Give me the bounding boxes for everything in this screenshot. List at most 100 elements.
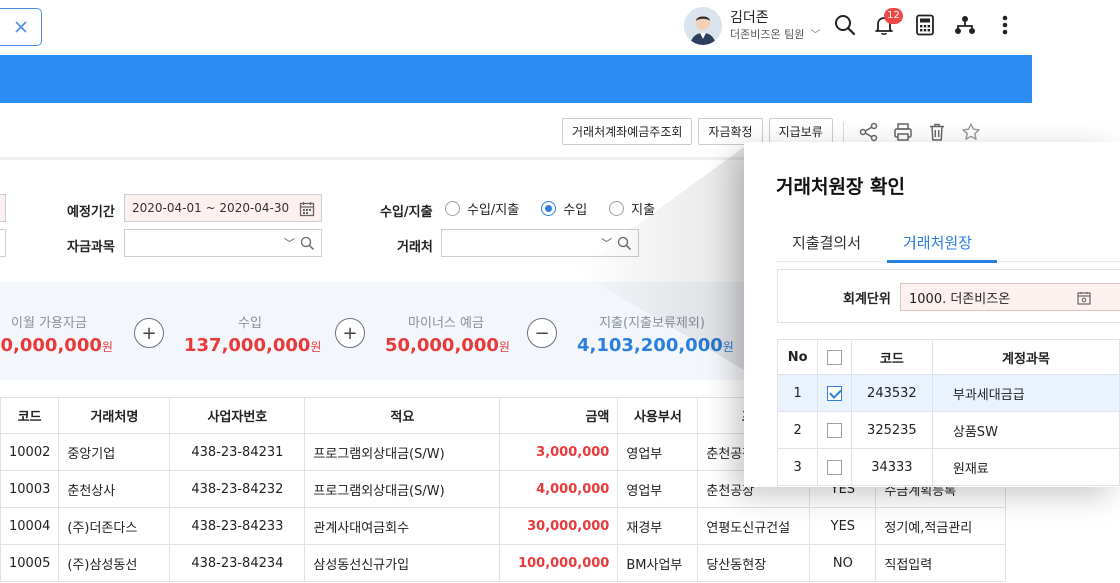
table-cell: 3,000,000 xyxy=(499,433,619,471)
account-row[interactable]: 1 243532 부과세대금급 xyxy=(776,374,1120,412)
org-chart-icon[interactable] xyxy=(952,12,978,38)
table-cell: 10005 xyxy=(0,544,60,582)
summary-value: 4,103,200,000원 xyxy=(577,335,734,356)
summary-amount: 4,103,200,000 xyxy=(577,335,723,356)
column-header[interactable]: 거래처명 xyxy=(58,397,171,434)
table-cell: 정기예,적금관리 xyxy=(875,507,1007,545)
checkbox[interactable] xyxy=(827,422,843,438)
checkbox[interactable] xyxy=(827,349,843,365)
table-cell: 영업부 xyxy=(617,470,699,508)
table-cell: (주)삼성동선 xyxy=(58,544,171,582)
table-cell: 100,000,000 xyxy=(499,544,619,582)
user-menu[interactable]: 김더존 더존비즈온 팀원 ﹀ xyxy=(684,6,820,46)
popup-tabs: 지출결의서 거래처원장 xyxy=(776,226,1120,263)
summary-label: 지출(지출보류제외) xyxy=(599,316,705,331)
toolbar-divider xyxy=(842,121,844,142)
print-icon[interactable] xyxy=(892,121,914,143)
row-checkbox-cell xyxy=(817,411,852,449)
table-row[interactable]: 10004 (주)더존다스 438-23-84233 관계사대여금회수 30,000,0… xyxy=(0,507,1007,545)
tab-expense-resolution[interactable]: 지출결의서 xyxy=(792,232,861,253)
row-checkbox-cell xyxy=(817,374,852,412)
close-icon xyxy=(14,21,27,33)
summary-label: 수입 xyxy=(238,316,262,331)
table-cell: 삼성동선신규가입 xyxy=(304,544,501,582)
radio-all[interactable]: 수입/지출 xyxy=(445,199,519,218)
table-cell: 프로그램외상대금(S/W) xyxy=(304,470,501,508)
radio-button[interactable] xyxy=(445,201,460,216)
column-header[interactable]: 사용부서 xyxy=(617,397,699,434)
table-cell: 춘천상사 xyxy=(58,470,171,508)
column-header[interactable]: 적요 xyxy=(304,397,501,434)
table-cell: YES xyxy=(809,507,877,545)
plus-operator-icon: + xyxy=(134,318,164,348)
checkbox-checked[interactable] xyxy=(827,385,843,401)
star-icon[interactable] xyxy=(960,121,982,143)
trash-icon[interactable] xyxy=(926,121,948,143)
picker-icon[interactable] xyxy=(1077,291,1091,305)
vendor-field[interactable]: ﹀ xyxy=(441,229,639,257)
search-icon[interactable] xyxy=(832,12,858,38)
row-number: 2 xyxy=(776,411,819,449)
table-row[interactable]: 10005 (주)삼성동선 438-23-84234 삼성동선신규가입 100,000,… xyxy=(0,544,1007,582)
account-table-header: No 코드 계정과목 xyxy=(776,339,1120,375)
table-cell: BM사업부 xyxy=(617,544,699,582)
account-code: 243532 xyxy=(850,374,933,412)
row-number: 1 xyxy=(776,374,819,412)
summary-unit: 원 xyxy=(722,340,734,354)
hold-payment-button[interactable]: 지급보류 xyxy=(768,118,833,145)
close-tab-button[interactable] xyxy=(0,8,42,46)
table-cell: 관계사대여금회수 xyxy=(304,507,501,545)
chevron-down-icon[interactable]: ﹀ xyxy=(601,235,612,251)
period-field[interactable]: 2020-04-01 ~ 2020-04-30 xyxy=(124,194,322,222)
account-label: 자금과목 xyxy=(67,240,115,255)
summary-minus-deposit: 마이너스 예금 50,000,000원 xyxy=(385,312,510,356)
table-cell: 10003 xyxy=(0,470,60,508)
plus-operator-icon: + xyxy=(335,318,365,348)
tab-vendor-ledger[interactable]: 거래처원장 xyxy=(903,232,972,253)
radio-income[interactable]: 수입 xyxy=(541,199,587,218)
account-name: 부과세대금급 xyxy=(931,374,1120,412)
column-header[interactable]: 금액 xyxy=(499,397,619,434)
select-all-checkbox[interactable] xyxy=(817,339,852,375)
confirm-funds-button[interactable]: 자금확정 xyxy=(698,118,763,145)
calculator-icon[interactable] xyxy=(912,12,938,38)
summary-expense: 지출(지출보류제외) 4,103,200,000원 xyxy=(577,312,734,356)
summary-value: 137,000,000원 xyxy=(184,335,321,356)
summary-unit: 원 xyxy=(101,340,113,354)
column-header[interactable]: 사업자번호 xyxy=(169,397,306,434)
table-cell: 중앙기업 xyxy=(58,433,171,471)
vendor-label: 거래처 xyxy=(397,240,433,255)
table-cell: 30,000,000 xyxy=(499,507,619,545)
notification-button[interactable]: 12 xyxy=(871,8,903,38)
table-cell: (주)더존다스 xyxy=(58,507,171,545)
user-team-label: 더존비즈온 팀원 xyxy=(730,27,805,41)
table-cell: 10004 xyxy=(0,507,60,545)
table-cell: 재경부 xyxy=(617,507,699,545)
search-icon[interactable] xyxy=(300,236,315,251)
more-menu-icon[interactable] xyxy=(992,12,1018,38)
account-row[interactable]: 2 325235 상품SW xyxy=(776,411,1120,449)
accounting-unit-box: 회계단위 1000. 더존비즈온 xyxy=(777,269,1120,323)
chevron-down-icon: ﹀ xyxy=(810,29,821,41)
radio-button-selected[interactable] xyxy=(541,201,557,216)
account-table: No 코드 계정과목 1 243532 부과세대금급 2 325235 상품SW 3 3433… xyxy=(776,339,1120,486)
summary-value: 00,000,000원 xyxy=(0,335,113,356)
column-header[interactable]: 코드 xyxy=(0,397,60,434)
type-label: 수입/지출 xyxy=(380,205,433,220)
calendar-icon[interactable] xyxy=(299,201,315,217)
table-cell: 438-23-84232 xyxy=(169,470,306,508)
radio-expense[interactable]: 지출 xyxy=(609,199,655,218)
account-field[interactable]: ﹀ xyxy=(124,229,322,257)
accounting-unit-field[interactable]: 1000. 더존비즈온 xyxy=(900,283,1120,311)
radio-button[interactable] xyxy=(609,201,625,216)
account-code: 325235 xyxy=(850,411,933,449)
account-row[interactable]: 3 34333 원재료 xyxy=(776,448,1120,486)
checkbox[interactable] xyxy=(827,459,843,475)
account-name: 상품SW xyxy=(931,411,1120,449)
vendor-account-holder-button[interactable]: 거래처계좌예금주조회 xyxy=(562,118,693,145)
share-icon[interactable] xyxy=(858,121,880,143)
search-icon[interactable] xyxy=(617,236,632,251)
chevron-down-icon[interactable]: ﹀ xyxy=(284,235,295,251)
summary-amount: 00,000,000 xyxy=(0,335,102,356)
period-value: 2020-04-01 ~ 2020-04-30 xyxy=(132,201,290,215)
